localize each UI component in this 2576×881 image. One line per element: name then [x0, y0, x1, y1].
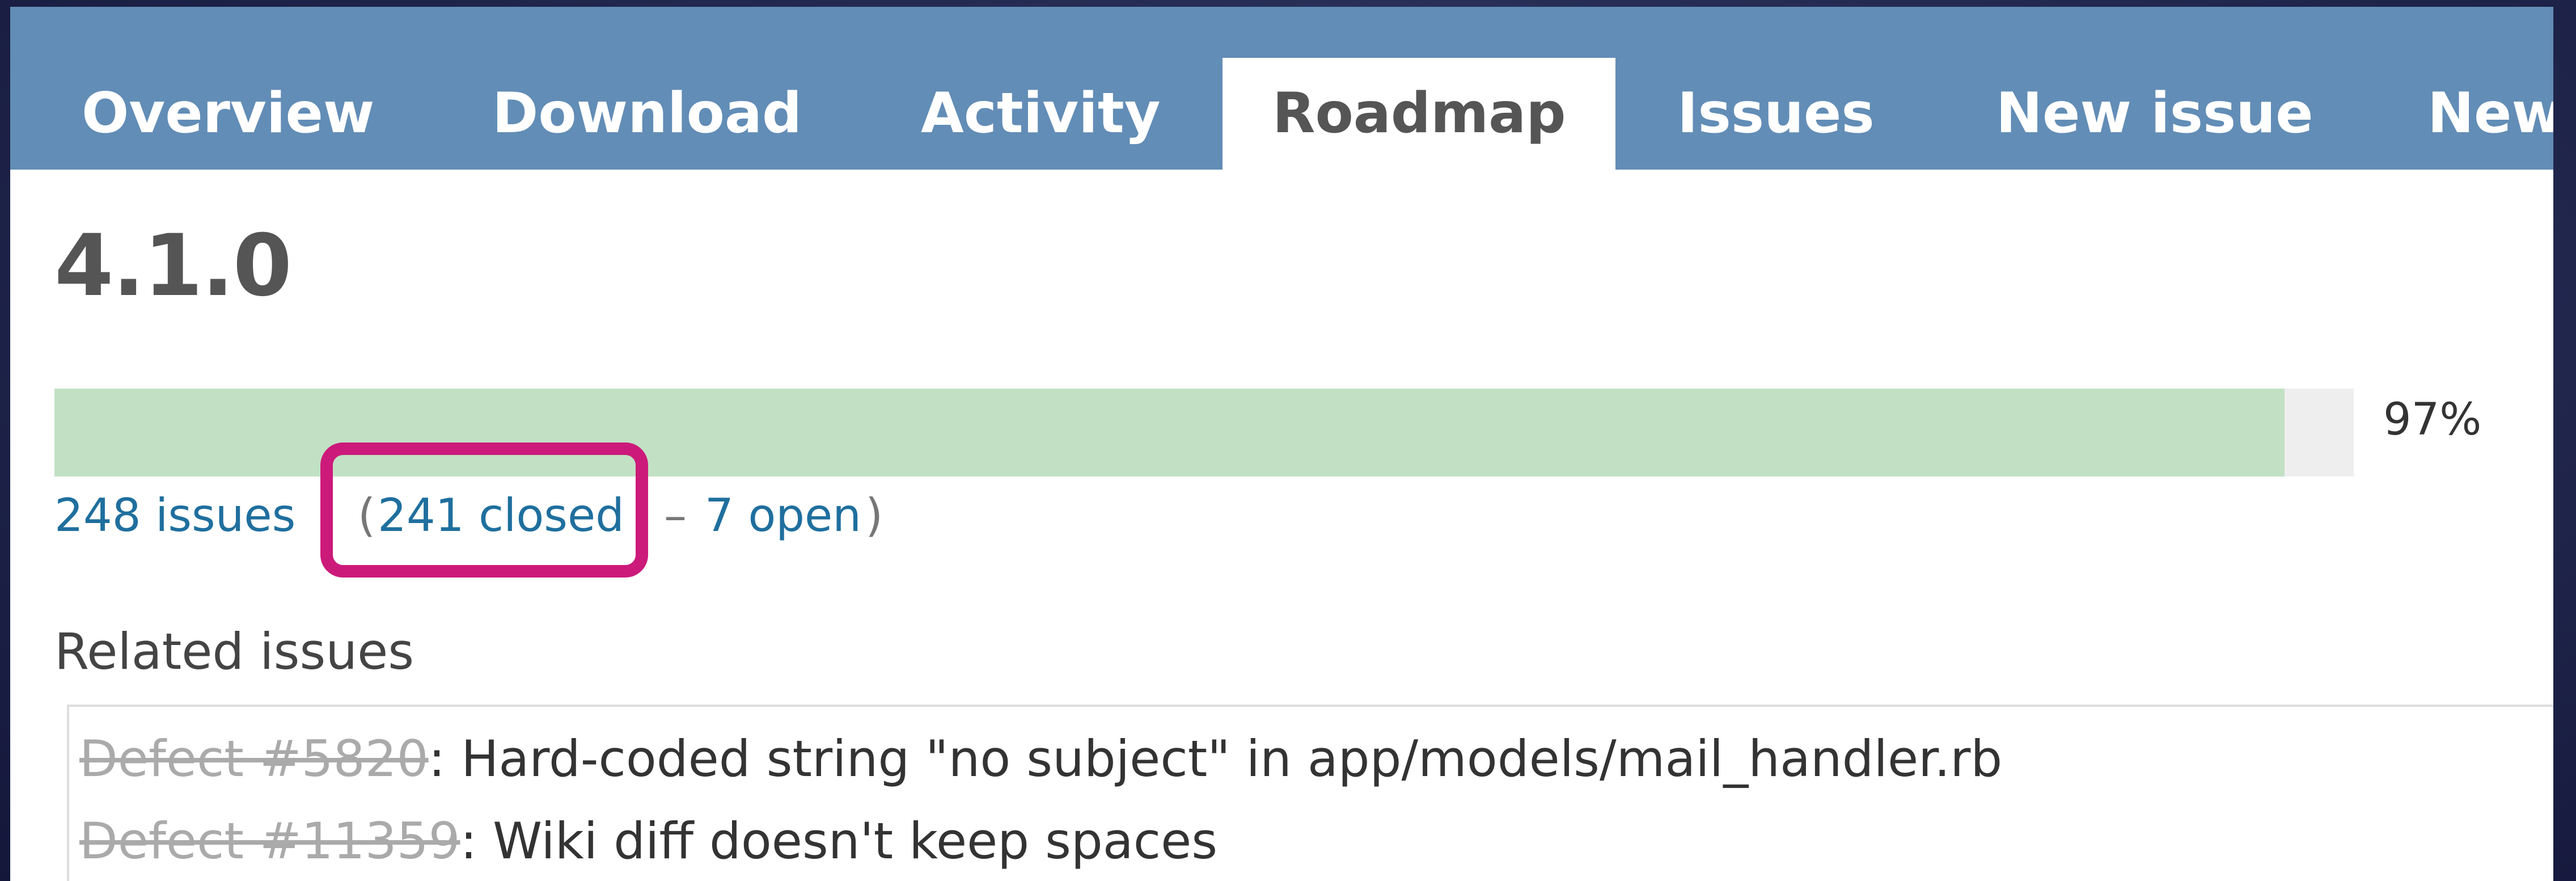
paren-close: ) — [865, 489, 883, 542]
tab-news[interactable]: New — [2427, 58, 2553, 170]
issue-link[interactable]: Defect #5820 — [79, 730, 429, 788]
tab-overview[interactable]: Overview — [82, 58, 374, 170]
related-issues-list: Defect #5820: Hard-coded string "no subj… — [67, 705, 2553, 881]
issue-subject: : Hard-coded string "no subject" in app/… — [428, 730, 2003, 788]
related-issues-heading: Related issues — [54, 622, 414, 681]
tab-activity[interactable]: Activity — [921, 58, 1161, 170]
open-issues-link[interactable]: 7 open — [705, 489, 861, 542]
tab-roadmap[interactable]: Roadmap — [1223, 58, 1616, 170]
main-menu: Overview Download Activity Roadmap Issue… — [10, 7, 2553, 170]
tab-issues[interactable]: Issues — [1677, 58, 1875, 170]
progress-percent: 97% — [2383, 394, 2482, 445]
tab-download[interactable]: Download — [492, 58, 802, 170]
separator-dash: – — [664, 489, 687, 542]
list-item: Defect #5820: Hard-coded string "no subj… — [79, 730, 2002, 788]
tab-new-issue[interactable]: New issue — [1996, 58, 2313, 170]
list-item: Defect #11359: Wiki diff doesn't keep sp… — [79, 812, 1217, 870]
issue-link[interactable]: Defect #11359 — [79, 812, 460, 870]
annotation-highlight-box — [320, 442, 648, 578]
version-title[interactable]: 4.1.0 — [54, 217, 292, 315]
all-issues-link[interactable]: 248 issues — [54, 489, 295, 542]
issue-subject: : Wiki diff doesn't keep spaces — [460, 812, 1218, 870]
